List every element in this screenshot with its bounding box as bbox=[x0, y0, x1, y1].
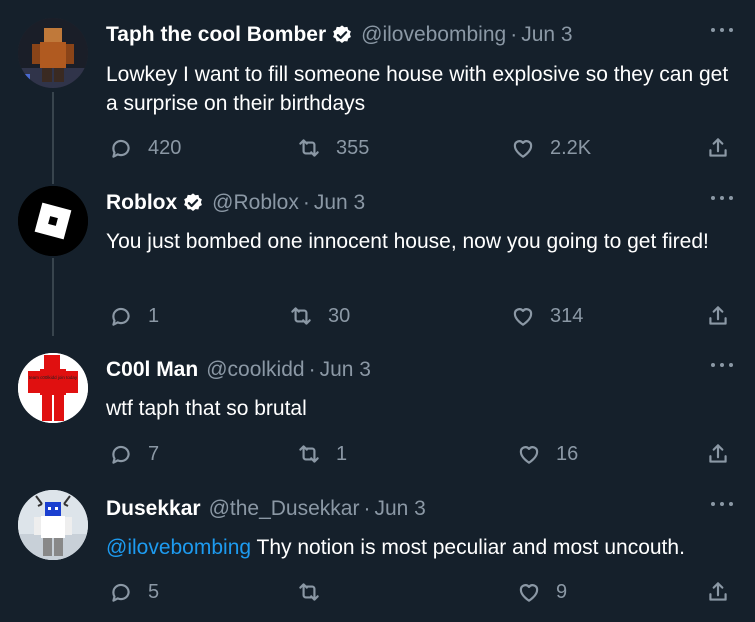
mention-link[interactable]: @ilovebombing bbox=[106, 536, 251, 559]
author-name[interactable]: Dusekkar bbox=[106, 497, 201, 521]
heart-icon bbox=[519, 446, 539, 464]
avatar[interactable]: team c00lkidd join today bbox=[18, 353, 88, 423]
reply-icon bbox=[112, 307, 130, 326]
verified-badge-icon bbox=[333, 25, 352, 43]
more-options-icon[interactable] bbox=[711, 360, 733, 370]
reply-icon bbox=[112, 583, 130, 602]
tweet-actions: 1 30 314 bbox=[0, 301, 755, 331]
retweet-icon bbox=[299, 445, 319, 463]
retweet-button[interactable] bbox=[296, 577, 336, 607]
like-count: 314 bbox=[550, 304, 584, 327]
more-options-icon[interactable] bbox=[711, 499, 733, 509]
like-count: 9 bbox=[556, 580, 568, 603]
tweet-date[interactable]: Jun 3 bbox=[374, 497, 425, 521]
share-icon bbox=[709, 138, 727, 157]
retweet-button[interactable]: 30 bbox=[288, 301, 350, 331]
avatar[interactable] bbox=[18, 490, 88, 560]
retweet-count: 30 bbox=[328, 304, 351, 327]
reply-button[interactable]: 420 bbox=[108, 133, 181, 163]
like-button[interactable]: 2.2K bbox=[510, 133, 591, 163]
retweet-icon bbox=[299, 139, 319, 157]
reply-button[interactable]: 7 bbox=[108, 439, 159, 469]
share-icon bbox=[709, 306, 727, 325]
tweet-date[interactable]: Jun 3 bbox=[521, 23, 572, 47]
separator: · bbox=[510, 23, 518, 46]
retweet-icon bbox=[291, 307, 311, 325]
heart-icon bbox=[513, 140, 533, 158]
like-button[interactable]: 314 bbox=[510, 301, 583, 331]
tweet[interactable]: Taph the cool Bomber @ilovebombing · Jun… bbox=[0, 0, 755, 170]
avatar-caption: team c00lkidd join today bbox=[29, 375, 78, 380]
avatar[interactable] bbox=[18, 18, 88, 88]
reply-button[interactable]: 5 bbox=[108, 577, 159, 607]
retweet-button[interactable]: 1 bbox=[296, 439, 347, 469]
like-count: 2.2K bbox=[550, 136, 592, 159]
tweet-text: Lowkey I want to fill someone house with… bbox=[106, 63, 729, 115]
author-name[interactable]: C00l Man bbox=[106, 358, 198, 382]
retweet-icon bbox=[299, 583, 319, 601]
avatar[interactable] bbox=[18, 186, 88, 256]
roblox-logo-icon bbox=[18, 186, 88, 256]
author-handle[interactable]: @coolkidd bbox=[206, 358, 304, 382]
reply-icon bbox=[112, 445, 130, 464]
reply-icon bbox=[112, 139, 130, 158]
tweet-actions: 420 355 2.2K bbox=[0, 133, 755, 163]
tweet-date[interactable]: Jun 3 bbox=[320, 358, 371, 382]
reply-count: 420 bbox=[148, 136, 182, 159]
bomber-avatar-icon bbox=[18, 18, 88, 88]
red-character-icon: team c00lkidd join today bbox=[18, 353, 88, 423]
share-button[interactable] bbox=[705, 133, 731, 163]
separator: · bbox=[302, 191, 310, 214]
like-button[interactable]: 16 bbox=[516, 439, 578, 469]
like-button[interactable]: 9 bbox=[516, 577, 567, 607]
reply-button[interactable]: 1 bbox=[108, 301, 159, 331]
tweet[interactable]: team c00lkidd join today C00l Man @coolk… bbox=[0, 340, 755, 482]
reply-count: 7 bbox=[148, 442, 160, 465]
share-button[interactable] bbox=[705, 439, 731, 469]
tweet-text-body: Thy notion is most peculiar and most unc… bbox=[251, 536, 685, 559]
reply-count: 5 bbox=[148, 580, 160, 603]
tweet[interactable]: Dusekkar @the_Dusekkar · Jun 3 @ilovebom… bbox=[0, 482, 755, 622]
verified-badge-icon bbox=[184, 193, 203, 211]
retweet-count: 1 bbox=[336, 442, 348, 465]
tweet-text: You just bombed one innocent house, now … bbox=[106, 230, 709, 253]
author-handle[interactable]: @Roblox bbox=[212, 191, 299, 215]
reply-count: 1 bbox=[148, 304, 160, 327]
retweet-count: 355 bbox=[336, 136, 370, 159]
tweet-text: @ilovebombing Thy notion is most peculia… bbox=[106, 533, 746, 562]
author-handle[interactable]: @the_Dusekkar bbox=[209, 497, 360, 521]
author-name[interactable]: Roblox bbox=[106, 191, 177, 215]
like-count: 16 bbox=[556, 442, 579, 465]
separator: · bbox=[363, 497, 371, 520]
more-options-icon[interactable] bbox=[711, 193, 733, 203]
author-handle[interactable]: @ilovebombing bbox=[361, 23, 506, 47]
separator: · bbox=[308, 358, 316, 381]
tweet-text: wtf taph that so brutal bbox=[106, 397, 307, 420]
tweet-date[interactable]: Jun 3 bbox=[314, 191, 365, 215]
tweet[interactable]: Roblox @Roblox · Jun 3 You just bombed o… bbox=[0, 170, 755, 340]
tweet-actions: 5 9 bbox=[0, 577, 755, 607]
share-button[interactable] bbox=[705, 301, 731, 331]
more-options-icon[interactable] bbox=[711, 25, 733, 35]
antlered-character-icon bbox=[18, 490, 88, 560]
share-icon bbox=[709, 582, 727, 601]
tweet-actions: 7 1 16 bbox=[0, 439, 755, 469]
heart-icon bbox=[519, 584, 539, 602]
author-name[interactable]: Taph the cool Bomber bbox=[106, 23, 326, 47]
heart-icon bbox=[513, 308, 533, 326]
retweet-button[interactable]: 355 bbox=[296, 133, 369, 163]
share-icon bbox=[709, 444, 727, 463]
share-button[interactable] bbox=[705, 577, 731, 607]
